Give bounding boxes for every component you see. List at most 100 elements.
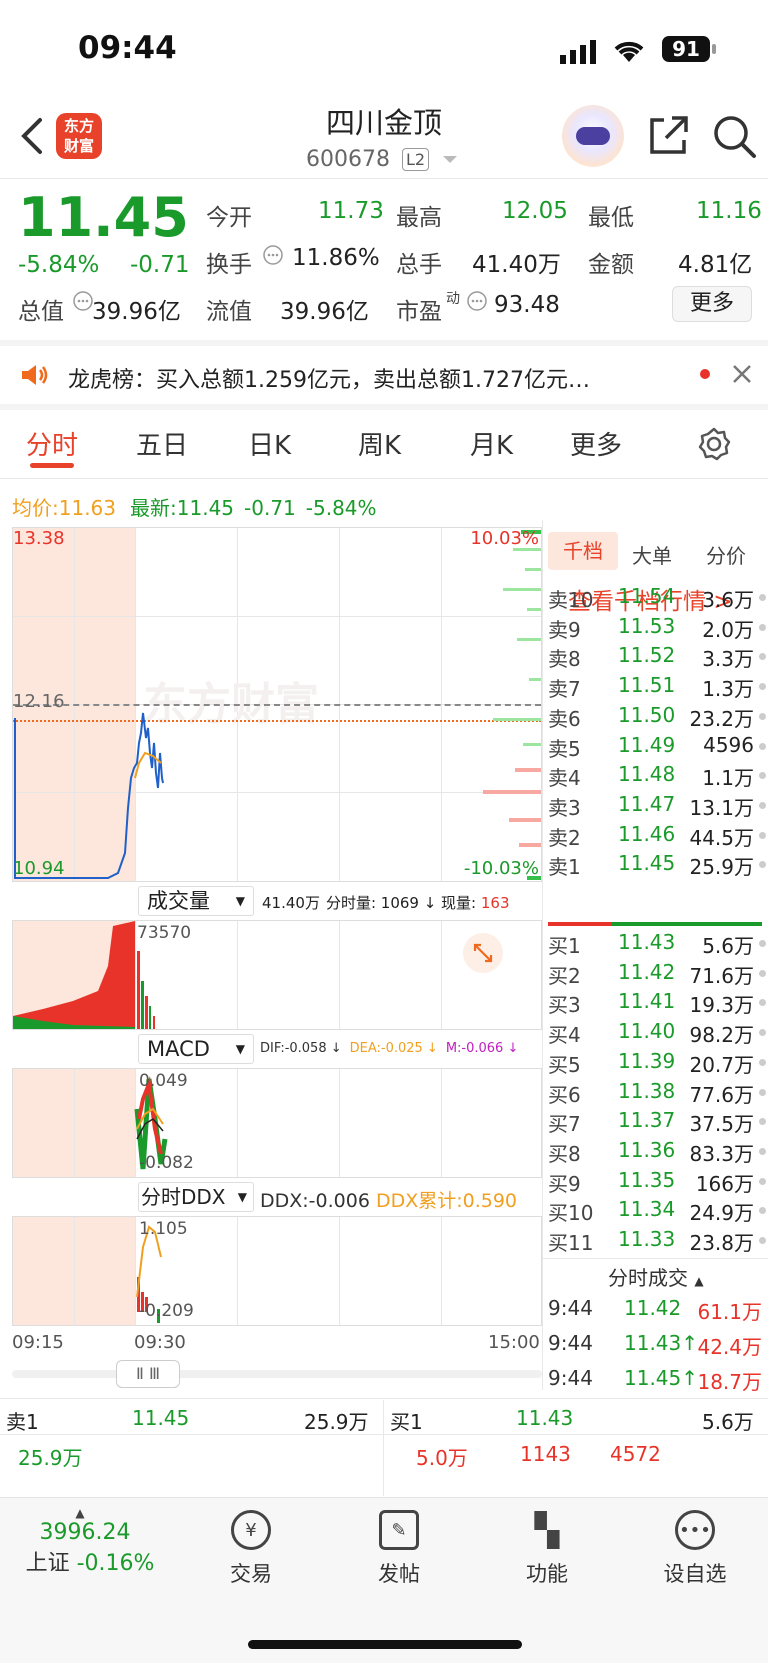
summary-buy1-vol: 5.6万 bbox=[702, 1410, 754, 1434]
buy-order-row[interactable]: 买6 11.38 77.6万 bbox=[548, 1079, 768, 1108]
nav-post[interactable]: ✎ 发帖 bbox=[344, 1510, 454, 1588]
info-icon[interactable] bbox=[72, 290, 94, 312]
tab-more[interactable]: 更多 bbox=[570, 425, 622, 462]
more-dots-icon: ••• bbox=[675, 1510, 715, 1550]
more-button[interactable]: 更多 bbox=[672, 286, 752, 322]
buy-order-row[interactable]: 买8 11.36 83.3万 bbox=[548, 1138, 768, 1167]
buy-order-label: 买8 bbox=[548, 1141, 581, 1166]
sell-order-row[interactable]: 卖7 11.51 1.3万 bbox=[548, 673, 768, 702]
sell-order-row[interactable]: 卖10 11.54 3.6万 bbox=[548, 584, 768, 613]
tick-time: 9:44 bbox=[548, 1296, 593, 1320]
high-label: 最高 bbox=[396, 205, 442, 231]
close-icon[interactable] bbox=[732, 364, 752, 384]
status-time: 09:44 bbox=[78, 30, 177, 66]
sell-order-label: 卖7 bbox=[548, 677, 581, 702]
buy-order-volume: 98.2万 bbox=[689, 1023, 754, 1048]
buy-order-row[interactable]: 买1 11.43 5.6万 bbox=[548, 930, 768, 959]
buy-order-label: 买11 bbox=[548, 1231, 594, 1255]
macd-top: 0.049 bbox=[139, 1071, 188, 1091]
status-dot bbox=[759, 712, 766, 720]
ddx-lines bbox=[136, 1225, 162, 1323]
sell-order-row[interactable]: 卖6 11.50 23.2万 bbox=[548, 703, 768, 732]
intraday-chart[interactable]: 东方财富 13.38 12.16 10.94 10.03% -10.03% bbox=[12, 527, 542, 882]
sell-order-row[interactable]: 卖1 11.45 25.9万 bbox=[548, 851, 768, 880]
tab-daily-k[interactable]: 日K bbox=[248, 425, 291, 462]
sell-order-price: 11.45 bbox=[618, 851, 676, 876]
time-axis-end: 15:00 bbox=[488, 1332, 540, 1353]
buy-order-row[interactable]: 买10 11.34 24.9万 bbox=[548, 1197, 768, 1226]
buy-order-row[interactable]: 买2 11.42 71.6万 bbox=[548, 960, 768, 989]
ddx-top: 1.105 bbox=[139, 1219, 188, 1239]
volume-indicator-select[interactable]: 成交量 ▼ bbox=[138, 886, 254, 916]
sell-buy-divider bbox=[548, 922, 762, 926]
nav-add-watchlist[interactable]: ••• 设自选 bbox=[640, 1510, 750, 1588]
macd-info: DIF:-0.058 ↓ DEA:-0.025 ↓ M:-0.066 ↓ bbox=[260, 1041, 519, 1056]
sell-order-price: 11.52 bbox=[618, 643, 676, 668]
wifi-icon bbox=[614, 41, 644, 62]
buy-order-row[interactable]: 买11 11.33 23.8万 bbox=[548, 1227, 768, 1256]
volume-value: 41.40万 bbox=[472, 252, 561, 278]
buy-order-label: 买2 bbox=[548, 963, 581, 988]
status-dot bbox=[759, 1207, 766, 1215]
home-indicator[interactable] bbox=[248, 1640, 522, 1649]
search-icon[interactable] bbox=[712, 114, 758, 160]
tab-weekly-k[interactable]: 周K bbox=[358, 425, 401, 462]
orderbook-tab-large[interactable]: 大单 bbox=[632, 540, 672, 569]
sell-order-label: 卖9 bbox=[548, 617, 581, 642]
buy-order-price: 11.42 bbox=[618, 959, 676, 984]
status-dot bbox=[759, 1147, 766, 1155]
nav-trade[interactable]: ¥ 交易 bbox=[196, 1510, 306, 1588]
time-scrollbar-track[interactable] bbox=[12, 1370, 542, 1378]
buy-order-row[interactable]: 买7 11.37 37.5万 bbox=[548, 1108, 768, 1137]
time-scrollbar-handle[interactable]: Ⅱ Ⅲ bbox=[116, 1360, 180, 1388]
gear-icon[interactable] bbox=[696, 426, 732, 462]
ddx-chart[interactable]: 1.105 -0.209 bbox=[12, 1216, 542, 1326]
volume-info: 41.40万 分时量: 1069 ↓ 现量: 163 bbox=[262, 894, 510, 912]
sell-order-row[interactable]: 卖3 11.47 13.1万 bbox=[548, 792, 768, 821]
buy-order-row[interactable]: 买3 11.41 19.3万 bbox=[548, 989, 768, 1018]
sell-order-volume: 1.3万 bbox=[702, 677, 754, 702]
sell-order-row[interactable]: 卖4 11.48 1.1万 bbox=[548, 762, 768, 791]
macd-indicator-select[interactable]: MACD ▼ bbox=[138, 1034, 254, 1064]
ddx-indicator-select[interactable]: 分时DDX ▼ bbox=[138, 1182, 254, 1212]
expand-button[interactable] bbox=[463, 933, 503, 973]
status-dot bbox=[759, 653, 766, 661]
sell-order-row[interactable]: 卖9 11.53 2.0万 bbox=[548, 614, 768, 643]
sell-order-row[interactable]: 卖2 11.46 44.5万 bbox=[548, 822, 768, 851]
sell-order-row[interactable]: 卖8 11.52 3.3万 bbox=[548, 643, 768, 672]
caret-down-icon: ▼ bbox=[235, 894, 245, 908]
notice-text[interactable]: 龙虎榜：买入总额1.259亿元，卖出总额1.727亿元… bbox=[68, 362, 668, 394]
buy-order-row[interactable]: 买9 11.35 166万 bbox=[548, 1168, 768, 1197]
macd-chart[interactable]: 0.049 -0.082 bbox=[12, 1068, 542, 1178]
sell-order-price: 11.54 bbox=[618, 584, 676, 608]
summary-r2: 1143 bbox=[520, 1442, 571, 1466]
orderbook-tab-thousand[interactable]: 千档 bbox=[548, 532, 618, 570]
info-icon[interactable] bbox=[466, 290, 488, 312]
ticks-header[interactable]: 分时成交 ▲ bbox=[608, 1262, 704, 1291]
tab-five-day[interactable]: 五日 bbox=[136, 425, 188, 462]
buy-order-row[interactable]: 买4 11.40 98.2万 bbox=[548, 1019, 768, 1048]
assistant-avatar[interactable] bbox=[562, 105, 624, 167]
sell-order-row[interactable]: 卖5 11.49 4596 bbox=[548, 733, 768, 762]
edit-icon: ✎ bbox=[379, 1510, 419, 1550]
sell-order-volume: 25.9万 bbox=[689, 855, 754, 880]
sell-order-label: 卖2 bbox=[548, 825, 581, 850]
nav-functions[interactable]: ▚ 功能 bbox=[492, 1510, 602, 1588]
info-icon[interactable] bbox=[262, 244, 284, 266]
tick-row: 9:44 11.43↑ 42.4万 bbox=[548, 1331, 768, 1360]
sell-order-label: 卖5 bbox=[548, 736, 581, 761]
tab-intraday[interactable]: 分时 bbox=[26, 425, 78, 462]
index-ticker[interactable]: ▲ 3996.24 上证 -0.16% bbox=[20, 1506, 180, 1577]
buy-order-volume: 24.9万 bbox=[689, 1201, 754, 1226]
volume-chart[interactable]: 73570 bbox=[12, 920, 542, 1030]
chevron-down-icon[interactable] bbox=[442, 155, 458, 165]
buy-order-row[interactable]: 买5 11.39 20.7万 bbox=[548, 1049, 768, 1078]
status-dot bbox=[759, 1177, 766, 1185]
tick-price: 11.45↑ bbox=[624, 1366, 699, 1390]
orderbook-tab-price[interactable]: 分价 bbox=[706, 540, 746, 569]
status-dot bbox=[759, 999, 766, 1007]
level-badge[interactable]: L2 bbox=[402, 148, 430, 171]
status-dot bbox=[759, 742, 766, 750]
share-icon[interactable] bbox=[646, 114, 690, 158]
tab-monthly-k[interactable]: 月K bbox=[470, 425, 513, 462]
